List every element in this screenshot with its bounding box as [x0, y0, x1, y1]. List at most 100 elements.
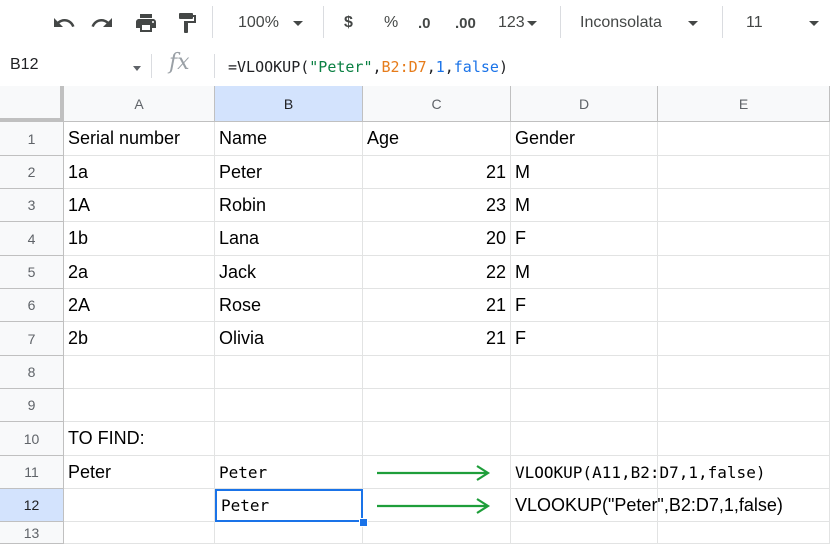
cell-a7[interactable]: 2b [64, 322, 215, 356]
cell-d11[interactable]: VLOOKUP(A11,B2:D7,1,false) [511, 456, 765, 489]
row-header-6[interactable]: 6 [0, 289, 64, 322]
cell-c3[interactable]: 23 [363, 189, 511, 222]
cell-c6[interactable]: 21 [363, 289, 511, 322]
row-header-2[interactable]: 2 [0, 156, 64, 189]
column-header-d[interactable]: D [511, 86, 658, 122]
cell-c10[interactable] [363, 422, 511, 456]
zoom-select[interactable]: 100% [238, 0, 303, 46]
row-header-5[interactable]: 5 [0, 256, 64, 289]
cell-c9[interactable] [363, 389, 511, 422]
cell-b7[interactable]: Olivia [215, 322, 363, 356]
cell-a8[interactable] [64, 356, 215, 389]
column-header-b[interactable]: B [215, 86, 363, 122]
increase-decimal-button[interactable]: .00 [455, 0, 476, 46]
cell-e9[interactable] [658, 389, 830, 422]
cell-a12[interactable] [64, 489, 215, 522]
name-box[interactable]: B12 [10, 56, 38, 74]
cell-b9[interactable] [215, 389, 363, 422]
cell-e2[interactable] [658, 156, 830, 189]
cell-e3[interactable] [658, 189, 830, 222]
more-formats-button[interactable]: 123 [498, 0, 537, 46]
cell-d5[interactable]: M [511, 256, 658, 289]
paint-format-icon[interactable] [175, 0, 199, 46]
cell-d1[interactable]: Gender [511, 122, 658, 156]
cell-c5[interactable]: 22 [363, 256, 511, 289]
redo-icon[interactable] [90, 0, 114, 46]
row-header-11[interactable]: 11 [0, 456, 64, 489]
cell-e1[interactable] [658, 122, 830, 156]
cell-b3[interactable]: Robin [215, 189, 363, 222]
cell-d12[interactable]: VLOOKUP("Peter",B2:D7,1,false) [511, 489, 783, 522]
cell-d3[interactable]: M [511, 189, 658, 222]
cell-b8[interactable] [215, 356, 363, 389]
cell-c2[interactable]: 21 [363, 156, 511, 189]
cell-e5[interactable] [658, 256, 830, 289]
row-header-8[interactable]: 8 [0, 356, 64, 389]
select-all-corner[interactable] [0, 86, 64, 122]
currency-button[interactable]: $ [344, 0, 353, 46]
cell-e4[interactable] [658, 222, 830, 256]
cell-d13[interactable] [511, 522, 658, 544]
cell-b11[interactable]: Peter [215, 456, 363, 489]
cell-a1[interactable]: Serial number [64, 122, 215, 156]
cell-b13[interactable] [215, 522, 363, 544]
font-select[interactable]: Inconsolata [580, 0, 698, 46]
row-header-4[interactable]: 4 [0, 222, 64, 256]
row-header-12[interactable]: 12 [0, 489, 64, 522]
cell-c13[interactable] [363, 522, 511, 544]
row-header-7[interactable]: 7 [0, 322, 64, 356]
cell-e7[interactable] [658, 322, 830, 356]
cell-b10[interactable] [215, 422, 363, 456]
cell-a2[interactable]: 1a [64, 156, 215, 189]
percent-button[interactable]: % [384, 0, 398, 46]
print-icon[interactable] [133, 0, 159, 46]
cell-d9[interactable] [511, 389, 658, 422]
cell-a3[interactable]: 1A [64, 189, 215, 222]
cell-e10[interactable] [658, 422, 830, 456]
cell-c7[interactable]: 21 [363, 322, 511, 356]
cell-e12[interactable] [658, 489, 830, 522]
chevron-down-icon[interactable] [133, 66, 141, 71]
cell-d6[interactable]: F [511, 289, 658, 322]
more-formats-label: 123 [498, 14, 525, 31]
formula-token: "Peter" [309, 58, 373, 76]
cell-a13[interactable] [64, 522, 215, 544]
selected-cell-b12[interactable]: Peter [215, 489, 363, 522]
cell-d10[interactable] [511, 422, 658, 456]
cell-a6[interactable]: 2A [64, 289, 215, 322]
row-header-1[interactable]: 1 [0, 122, 64, 156]
cell-c8[interactable] [363, 356, 511, 389]
cell-a5[interactable]: 2a [64, 256, 215, 289]
column-header-e[interactable]: E [658, 86, 830, 122]
font-size-select[interactable]: 11 [746, 0, 819, 46]
formula-input[interactable]: =VLOOKUP("Peter",B2:D7,1,false) [228, 58, 508, 76]
cell-b5[interactable]: Jack [215, 256, 363, 289]
cell-b6[interactable]: Rose [215, 289, 363, 322]
cell-a10[interactable]: TO FIND: [64, 422, 215, 456]
cell-a4[interactable]: 1b [64, 222, 215, 256]
cell-d2[interactable]: M [511, 156, 658, 189]
row-header-3[interactable]: 3 [0, 189, 64, 222]
fill-handle[interactable] [359, 518, 368, 527]
cell-e11[interactable] [658, 456, 830, 489]
cell-e8[interactable] [658, 356, 830, 389]
row-header-13[interactable]: 13 [0, 522, 64, 544]
undo-icon[interactable] [52, 0, 76, 46]
row-header-10[interactable]: 10 [0, 422, 64, 456]
cell-d8[interactable] [511, 356, 658, 389]
column-header-c[interactable]: C [363, 86, 511, 122]
cell-e13[interactable] [658, 522, 830, 544]
cell-d4[interactable]: F [511, 222, 658, 256]
cell-a11[interactable]: Peter [64, 456, 215, 489]
cell-c1[interactable]: Age [363, 122, 511, 156]
cell-d7[interactable]: F [511, 322, 658, 356]
cell-a9[interactable] [64, 389, 215, 422]
cell-e6[interactable] [658, 289, 830, 322]
cell-c4[interactable]: 20 [363, 222, 511, 256]
row-header-9[interactable]: 9 [0, 389, 64, 422]
decrease-decimal-button[interactable]: .0 [418, 0, 431, 46]
column-header-a[interactable]: A [64, 86, 215, 122]
cell-b2[interactable]: Peter [215, 156, 363, 189]
cell-b1[interactable]: Name [215, 122, 363, 156]
cell-b4[interactable]: Lana [215, 222, 363, 256]
